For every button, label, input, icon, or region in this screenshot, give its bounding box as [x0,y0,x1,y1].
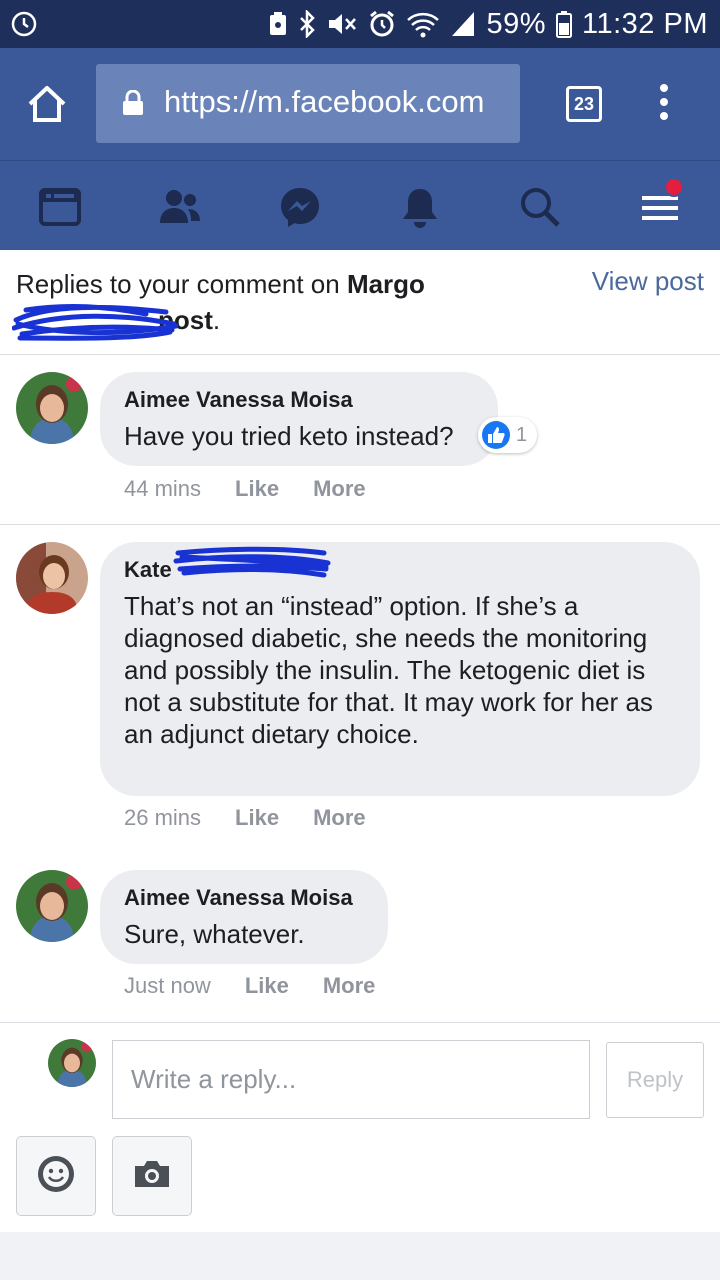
avatar [48,1039,96,1087]
comment-meta: 26 mins Like More [124,805,366,831]
comment-meta: 44 mins Like More [124,476,366,502]
emoji-button[interactable] [16,1136,96,1216]
avatar[interactable] [16,372,88,444]
lock-icon [122,89,144,121]
avatar[interactable] [16,542,88,614]
signal-icon [450,10,476,38]
reply-composer: Write a reply... Reply [0,1022,720,1232]
comment-bubble: Kate That’s not an “instead” option. If … [100,542,700,796]
battery-icon [556,10,573,38]
reply-button[interactable]: Reply [606,1042,704,1118]
comment-text: That’s not an “instead” option. If she’s… [124,591,653,749]
menu-icon[interactable] [636,177,684,231]
browser-toolbar: https://m.facebook.com 23 [0,48,720,160]
bluetooth-icon [298,10,316,38]
alarm-clock-icon [368,10,396,38]
comment-meta: Just now Like More [124,973,375,999]
mute-icon [326,10,358,38]
comment-bubble: Aimee Vanessa Moisa Sure, whatever. [100,870,388,964]
reaction-badge[interactable]: 1 [478,417,538,453]
view-post-link[interactable]: View post [592,266,704,297]
more-button[interactable]: More [323,973,376,999]
comment: Kate That’s not an “instead” option. If … [0,525,720,855]
comment-author[interactable]: Aimee Vanessa Moisa [124,386,474,414]
friends-icon[interactable] [156,183,204,231]
url-bar[interactable]: https://m.facebook.com [96,64,520,143]
more-button[interactable]: More [313,805,366,831]
photo-button[interactable] [112,1136,192,1216]
comment-author[interactable]: Aimee Vanessa Moisa [124,884,364,912]
comment-time: 26 mins [124,805,202,830]
like-button[interactable]: Like [235,805,279,831]
redaction-scribble [12,304,179,341]
camera-icon [132,1158,172,1195]
home-icon[interactable] [26,84,68,129]
comment: Aimee Vanessa Moisa Sure, whatever. Just… [0,855,720,1023]
status-bar: L 59% 11:32 PM [0,0,720,48]
avatar[interactable] [16,870,88,942]
battery-percent: 59% [486,7,547,40]
tab-switcher-button[interactable]: 23 [566,86,602,122]
more-button[interactable]: More [313,476,366,502]
notifications-icon[interactable] [396,183,444,231]
comment-bubble: Aimee Vanessa Moisa Have you tried keto … [100,372,498,466]
like-button[interactable]: Like [245,973,289,999]
notification-badge [664,177,684,197]
url-text: https://m.facebook.com [164,84,485,119]
thread-header: Replies to your comment on Margo post. V… [0,250,720,355]
comment-time: Just now [124,973,211,998]
thumbs-up-icon [482,421,510,449]
comment-time: 44 mins [124,476,202,501]
comment-text: Have you tried keto instead? [124,421,454,451]
comment: Aimee Vanessa Moisa Have you tried keto … [0,355,720,525]
like-button[interactable]: Like [235,476,279,502]
nfc-icon [268,11,288,37]
redaction-scribble [173,546,331,578]
reaction-count: 1 [516,423,528,446]
comment-thread: Replies to your comment on Margo post. V… [0,250,720,1232]
reply-input[interactable]: Write a reply... [112,1040,590,1119]
smiley-icon [36,1154,76,1199]
post-author-name[interactable]: Margo [347,269,425,299]
search-icon[interactable] [516,183,564,231]
wifi-icon [406,10,440,38]
alarm-icon: L [10,10,38,43]
overflow-menu-icon[interactable] [654,84,674,124]
comment-text: Sure, whatever. [124,919,305,949]
news-feed-icon[interactable] [36,183,84,231]
messenger-icon[interactable] [276,183,324,231]
facebook-nav [0,160,720,250]
clock: 11:32 PM [582,7,708,40]
